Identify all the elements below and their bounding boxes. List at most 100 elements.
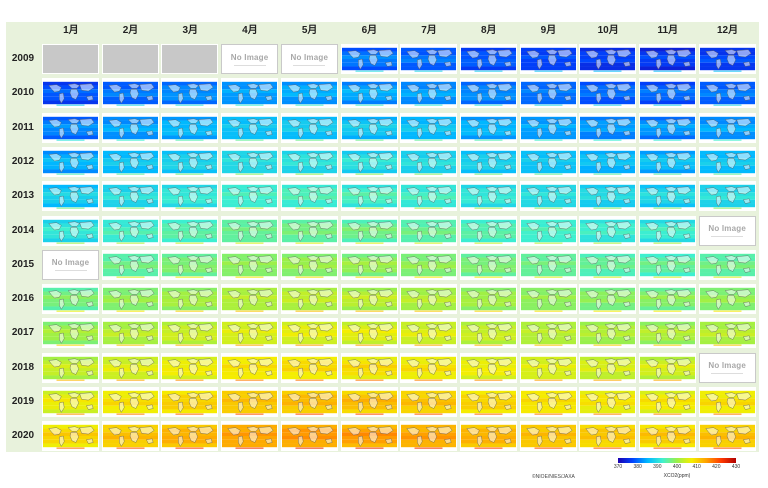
xco2-map-thumbnail	[639, 387, 696, 417]
xco2-map-thumbnail	[161, 215, 219, 246]
xco2-map-thumbnail	[519, 215, 577, 246]
xco2-map-thumbnail	[639, 181, 696, 212]
xco2-map-thumbnail	[519, 112, 577, 143]
map-image	[699, 147, 755, 176]
xco2-map-thumbnail	[639, 421, 696, 452]
xco2-map-thumbnail	[280, 387, 338, 417]
xco2-map-thumbnail	[280, 181, 338, 212]
colorbar-tick-label: 430	[731, 464, 741, 470]
xco2-map-thumbnail	[459, 352, 517, 383]
xco2-map-thumbnail	[519, 78, 577, 109]
xco2-map-thumbnail	[42, 318, 99, 349]
year-label-2013: 2013	[11, 190, 35, 202]
map-image	[460, 79, 516, 108]
map-image	[43, 422, 98, 451]
map-image	[162, 182, 218, 211]
xco2-map-thumbnail	[639, 249, 696, 280]
no-image-placeholder: No Image	[42, 249, 99, 280]
xco2-map-thumbnail	[280, 215, 338, 246]
no-data-cell	[161, 44, 219, 74]
map-image	[281, 353, 337, 382]
map-image	[281, 147, 337, 176]
xco2-map-thumbnail	[340, 318, 398, 349]
map-image	[102, 216, 158, 245]
map-image	[401, 422, 457, 451]
map-image	[341, 250, 397, 279]
map-image	[162, 319, 218, 348]
map-image	[640, 182, 695, 211]
map-image	[460, 285, 516, 314]
map-image	[281, 388, 337, 416]
month-header-3: 3月	[182, 25, 199, 36]
no-image-label: No Image	[51, 258, 90, 268]
month-header-8: 8月	[480, 25, 497, 36]
map-image	[281, 113, 337, 142]
xco2-map-thumbnail	[340, 181, 398, 212]
map-image	[102, 422, 158, 451]
map-image	[341, 147, 397, 176]
xco2-map-thumbnail	[340, 78, 398, 109]
xco2-map-thumbnail	[519, 284, 577, 315]
map-image	[222, 182, 278, 211]
year-label-2017: 2017	[11, 327, 35, 339]
xco2-map-thumbnail	[42, 352, 99, 383]
map-image	[401, 388, 457, 416]
map-image	[640, 216, 695, 245]
map-image	[43, 113, 98, 142]
map-image	[699, 182, 755, 211]
map-image	[341, 45, 397, 73]
map-image	[401, 285, 457, 314]
xco2-map-thumbnail	[400, 112, 458, 143]
xco2-map-thumbnail	[459, 78, 517, 109]
map-image	[460, 388, 516, 416]
xco2-map-thumbnail	[519, 249, 577, 280]
map-image	[401, 79, 457, 108]
month-header-7: 7月	[421, 25, 437, 36]
xco2-map-thumbnail	[698, 318, 756, 349]
map-image	[580, 319, 636, 348]
map-image	[43, 79, 98, 108]
xco2-map-thumbnail	[579, 249, 637, 280]
xco2-map-thumbnail	[459, 284, 517, 315]
map-image	[341, 388, 397, 416]
xco2-map-thumbnail	[42, 284, 99, 315]
xco2-map-thumbnail	[459, 44, 517, 74]
xco2-map-thumbnail	[519, 44, 577, 74]
xco2-map-thumbnail	[519, 181, 577, 212]
map-image	[520, 388, 576, 416]
map-image	[640, 79, 695, 108]
map-image	[640, 113, 695, 142]
month-header-10: 10月	[597, 25, 619, 36]
map-image	[580, 250, 636, 279]
month-header-5: 5月	[301, 25, 318, 36]
year-label-2018: 2018	[11, 361, 35, 373]
xco2-map-thumbnail	[400, 78, 458, 109]
xco2-map-thumbnail	[698, 421, 756, 452]
xco2-map-thumbnail	[280, 421, 338, 452]
xco2-map-thumbnail	[459, 215, 517, 246]
map-image	[401, 250, 457, 279]
no-image-label: No Image	[230, 52, 269, 62]
map-image	[281, 182, 337, 211]
xco2-map-thumbnail	[161, 249, 219, 280]
xco2-map-thumbnail	[400, 249, 458, 280]
month-header-2: 2月	[122, 25, 139, 36]
xco2-map-thumbnail	[639, 215, 696, 246]
xco2-map-thumbnail	[161, 387, 219, 417]
xco2-map-thumbnail	[698, 146, 756, 177]
map-image	[341, 285, 397, 314]
map-image	[102, 79, 158, 108]
map-image	[520, 285, 576, 314]
xco2-map-thumbnail	[519, 421, 577, 452]
no-image-label: No Image	[290, 52, 329, 62]
xco2-map-thumbnail	[400, 44, 458, 74]
map-image	[460, 250, 516, 279]
map-image	[580, 388, 636, 416]
xco2-map-thumbnail	[400, 318, 458, 349]
map-image	[341, 79, 397, 108]
map-image	[460, 353, 516, 382]
map-image	[401, 147, 457, 176]
xco2-map-thumbnail	[101, 284, 159, 315]
map-image	[162, 285, 218, 314]
map-image	[102, 388, 158, 416]
